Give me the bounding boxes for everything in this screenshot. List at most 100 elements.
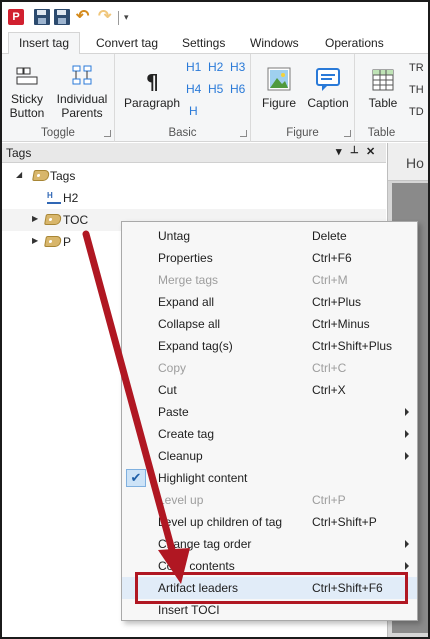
caption-icon bbox=[316, 68, 340, 91]
table-icon bbox=[372, 69, 394, 91]
submenu-arrow-icon bbox=[405, 562, 409, 570]
collapsed-arrow-icon[interactable]: ▶ bbox=[32, 214, 38, 223]
tree-item-label: H2 bbox=[63, 191, 79, 205]
h3-button[interactable]: H3 bbox=[230, 60, 245, 74]
h5-button[interactable]: H5 bbox=[208, 82, 223, 96]
menu-item-label: Level up bbox=[158, 493, 204, 507]
menu-item-label: Copy contents bbox=[158, 559, 235, 573]
customize-toolbar-icon[interactable]: ▾ bbox=[124, 9, 140, 25]
menu-item-label: Copy bbox=[158, 361, 187, 375]
undo-icon[interactable]: ↶ bbox=[76, 9, 92, 25]
checkmark-icon: ✔ bbox=[126, 469, 146, 487]
panel-dropdown-icon[interactable]: ▾ bbox=[336, 145, 342, 158]
document-tab[interactable]: Ho bbox=[388, 143, 428, 181]
context-menu: Untag Delete Properties Ctrl+F6 Merge tags Ct… bbox=[121, 221, 418, 621]
ribbon-group-basic: ¶ Paragraph H1 H2 H3 H4 H5 H6 H Basic bbox=[115, 54, 251, 142]
menu-item-shortcut: Ctrl+Plus bbox=[312, 295, 362, 309]
dialog-launcher-icon[interactable] bbox=[240, 130, 247, 137]
paragraph-icon: ¶ bbox=[146, 70, 159, 92]
menu-item-shortcut: Ctrl+P bbox=[312, 493, 346, 507]
h4-button[interactable]: H4 bbox=[186, 82, 201, 96]
h6-button[interactable]: H6 bbox=[230, 82, 245, 96]
submenu-arrow-icon bbox=[405, 430, 409, 438]
figure-button[interactable]: Figure bbox=[257, 66, 301, 110]
toolbar-separator bbox=[118, 11, 119, 25]
submenu-arrow-icon bbox=[405, 540, 409, 548]
menu-item-create-tag[interactable]: Create tag bbox=[122, 423, 417, 445]
tag-icon bbox=[32, 170, 50, 181]
menu-item-collapse-all[interactable]: Collapse all Ctrl+Minus bbox=[122, 313, 417, 335]
individual-parents-label: Individual Parents bbox=[56, 92, 108, 120]
pin-icon[interactable]: ⊥ bbox=[350, 145, 359, 156]
tab-convert-tag[interactable]: Convert tag bbox=[86, 32, 168, 55]
menu-item-level-up: Level up Ctrl+P bbox=[122, 489, 417, 511]
menu-item-shortcut: Delete bbox=[312, 229, 347, 243]
figure-label: Figure bbox=[261, 96, 296, 110]
sticky-icon bbox=[16, 67, 38, 85]
paragraph-button[interactable]: ¶ Paragraph bbox=[123, 70, 181, 110]
submenu-arrow-icon bbox=[405, 452, 409, 460]
tree-item-label: TOC bbox=[63, 213, 89, 227]
paragraph-label: Paragraph bbox=[123, 96, 181, 110]
tab-settings[interactable]: Settings bbox=[172, 32, 235, 55]
menu-item-label: Merge tags bbox=[158, 273, 219, 287]
save-all-icon[interactable] bbox=[54, 9, 70, 25]
menu-item-shortcut: Ctrl+C bbox=[312, 361, 347, 375]
tag-icon bbox=[44, 214, 62, 225]
tree-item-root[interactable]: ◢ Tags bbox=[2, 165, 386, 187]
ribbon-group-label: Basic bbox=[168, 127, 197, 139]
ribbon-group-toggle: Sticky Button Individual Parents Toggle bbox=[2, 54, 115, 142]
figure-icon bbox=[267, 67, 291, 91]
menu-item-copy: Copy Ctrl+C bbox=[122, 357, 417, 379]
menu-item-label: Cleanup bbox=[158, 449, 203, 463]
h1-button[interactable]: H1 bbox=[186, 60, 201, 74]
h-button[interactable]: H bbox=[189, 104, 198, 118]
document-tab-label: Ho bbox=[406, 155, 424, 171]
menu-item-cut[interactable]: Cut Ctrl+X bbox=[122, 379, 417, 401]
expanded-arrow-icon[interactable]: ◢ bbox=[16, 170, 22, 179]
quick-access-toolbar: P ↶ ↷ ▾ bbox=[2, 2, 428, 32]
caption-button[interactable]: Caption bbox=[305, 66, 351, 110]
menu-item-change-tag-order[interactable]: Change tag order bbox=[122, 533, 417, 555]
h2-button[interactable]: H2 bbox=[208, 60, 223, 74]
tree-item-label: P bbox=[63, 235, 72, 249]
tab-insert-tag[interactable]: Insert tag bbox=[8, 32, 81, 55]
collapsed-arrow-icon[interactable]: ▶ bbox=[32, 236, 38, 245]
ribbon: Sticky Button Individual Parents Toggle bbox=[2, 54, 428, 142]
menu-item-expand-all[interactable]: Expand all Ctrl+Plus bbox=[122, 291, 417, 313]
ribbon-group-label: Table bbox=[367, 127, 396, 139]
close-icon[interactable]: ✕ bbox=[366, 145, 375, 158]
menu-item-level-up-children-of-tag[interactable]: Level up children of tag Ctrl+Shift+P bbox=[122, 511, 417, 533]
redo-icon[interactable]: ↷ bbox=[98, 9, 114, 25]
tr-button[interactable]: TR bbox=[409, 62, 424, 74]
dialog-launcher-icon[interactable] bbox=[104, 130, 111, 137]
menu-item-label: Expand tag(s) bbox=[158, 339, 233, 353]
menu-item-label: Create tag bbox=[158, 427, 215, 441]
menu-item-highlight-content[interactable]: ✔ Highlight content bbox=[122, 467, 417, 489]
td-button[interactable]: TD bbox=[409, 106, 424, 118]
tree-item-h2[interactable]: H H2 bbox=[2, 187, 386, 209]
menu-item-cleanup[interactable]: Cleanup bbox=[122, 445, 417, 467]
menu-item-label: Cut bbox=[158, 383, 177, 397]
menu-item-expand-tag-s[interactable]: Expand tag(s) Ctrl+Shift+Plus bbox=[122, 335, 417, 357]
table-button[interactable]: Table bbox=[363, 68, 403, 110]
menu-item-shortcut: Ctrl+Minus bbox=[312, 317, 370, 331]
menu-item-paste[interactable]: Paste bbox=[122, 401, 417, 423]
dialog-launcher-icon[interactable] bbox=[344, 130, 351, 137]
individual-parents-button[interactable]: Individual Parents bbox=[54, 64, 110, 120]
menu-item-label: Untag bbox=[158, 229, 191, 243]
save-icon[interactable] bbox=[34, 9, 50, 25]
tab-operations[interactable]: Operations bbox=[315, 32, 394, 55]
th-button[interactable]: TH bbox=[409, 84, 424, 96]
ribbon-group-label: Figure bbox=[286, 127, 319, 139]
menu-item-untag[interactable]: Untag Delete bbox=[122, 225, 417, 247]
menu-item-shortcut: Ctrl+F6 bbox=[312, 251, 352, 265]
menu-item-properties[interactable]: Properties Ctrl+F6 bbox=[122, 247, 417, 269]
sticky-button[interactable]: Sticky Button bbox=[8, 64, 46, 120]
tab-windows[interactable]: Windows bbox=[240, 32, 309, 55]
app-logo-icon: P bbox=[8, 9, 24, 25]
menu-item-label: Insert TOCI bbox=[158, 603, 220, 617]
app-window: P ↶ ↷ ▾ Insert tag Convert tag Settings … bbox=[0, 0, 430, 639]
ribbon-tabs: Insert tag Convert tag Settings Windows … bbox=[2, 32, 428, 55]
ribbon-group-figure: Figure Caption Figure bbox=[251, 54, 355, 142]
